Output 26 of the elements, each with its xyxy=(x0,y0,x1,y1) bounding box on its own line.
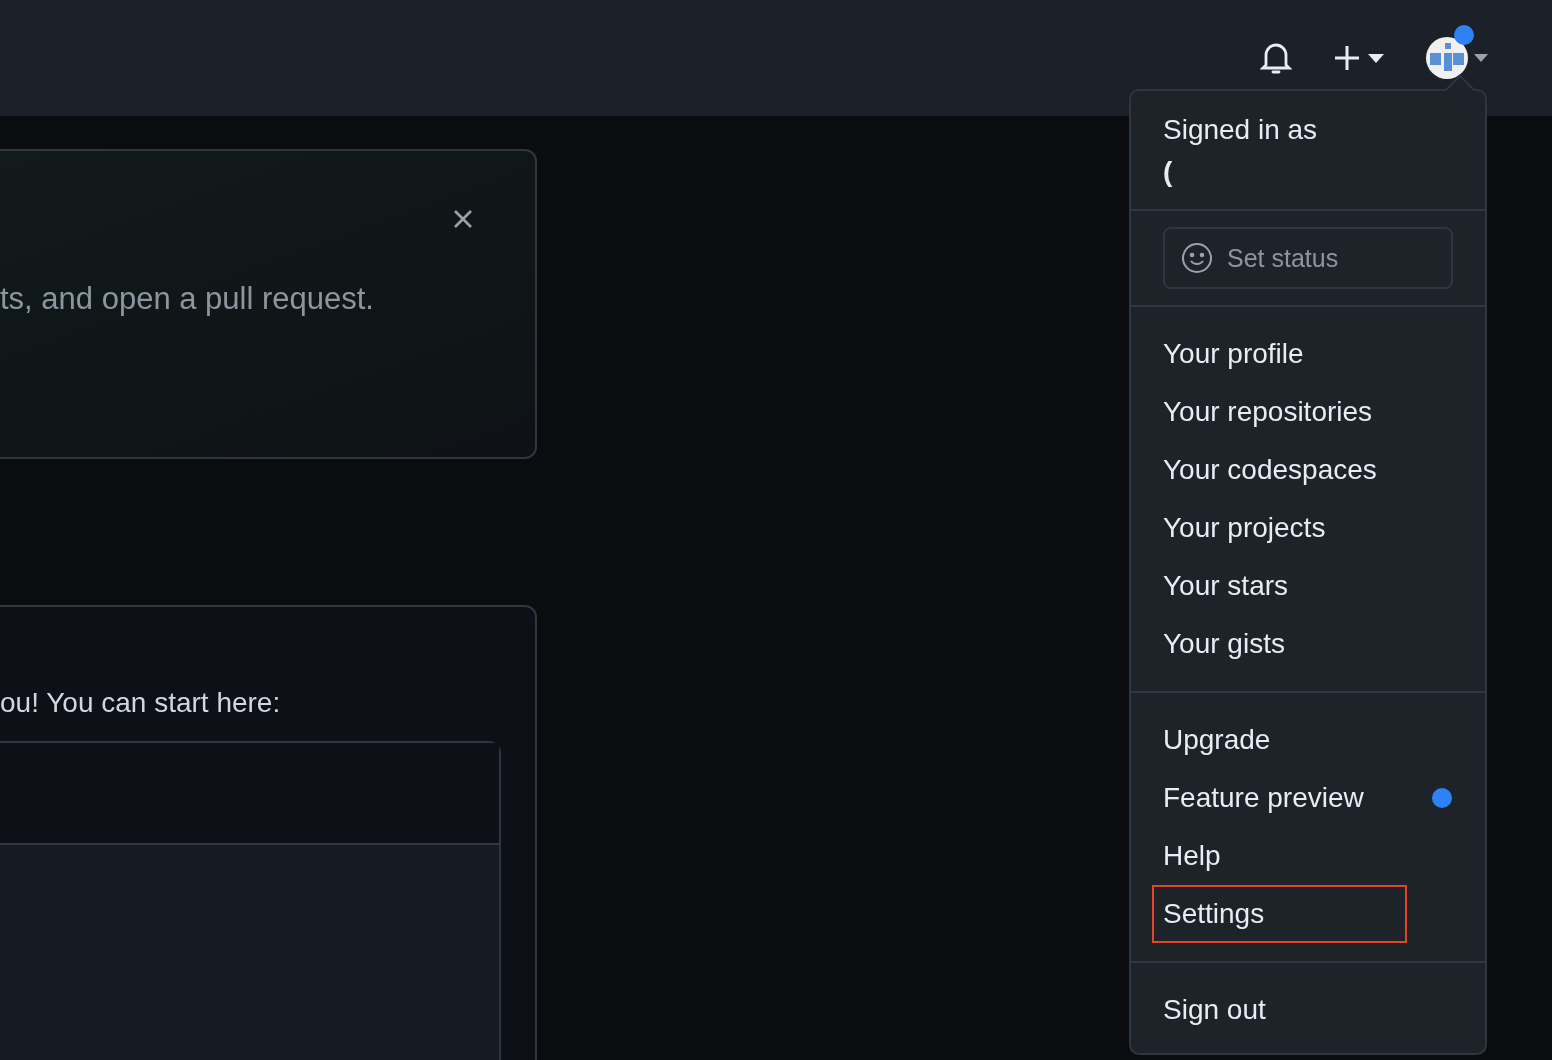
menu-item[interactable]: Your projects xyxy=(1152,499,1465,557)
signed-in-label: Signed in as xyxy=(1163,113,1319,147)
menu-item[interactable]: Feature preview xyxy=(1152,769,1465,827)
menu-item[interactable]: Upgrade xyxy=(1152,711,1465,769)
menu-item[interactable]: Your repositories xyxy=(1152,383,1465,441)
start-text: ou! You can start here: xyxy=(0,687,282,719)
username: ( xyxy=(1163,155,1174,189)
smiley-icon xyxy=(1181,242,1213,274)
menu-item[interactable]: Your gists xyxy=(1152,615,1465,673)
menu-item[interactable]: Your profile xyxy=(1152,325,1465,383)
notifications-button[interactable] xyxy=(1260,41,1292,75)
banner-text: ts, and open a pull request. xyxy=(0,281,374,317)
menu-item[interactable]: Settings xyxy=(1152,885,1407,943)
avatar[interactable] xyxy=(1426,37,1468,79)
menu-item[interactable]: Help xyxy=(1152,827,1465,885)
bell-icon xyxy=(1260,41,1292,75)
caret-icon xyxy=(1474,54,1488,62)
menu-item[interactable]: Your stars xyxy=(1152,557,1465,615)
menu-item[interactable]: Your codespaces xyxy=(1152,441,1465,499)
create-new-button[interactable] xyxy=(1334,45,1384,71)
menu-item[interactable]: Sign out xyxy=(1152,981,1465,1039)
plus-icon xyxy=(1334,45,1360,71)
set-status-button[interactable]: Set status xyxy=(1163,227,1453,289)
close-icon xyxy=(453,209,473,229)
caret-icon xyxy=(1368,53,1384,63)
close-button[interactable] xyxy=(453,209,473,229)
